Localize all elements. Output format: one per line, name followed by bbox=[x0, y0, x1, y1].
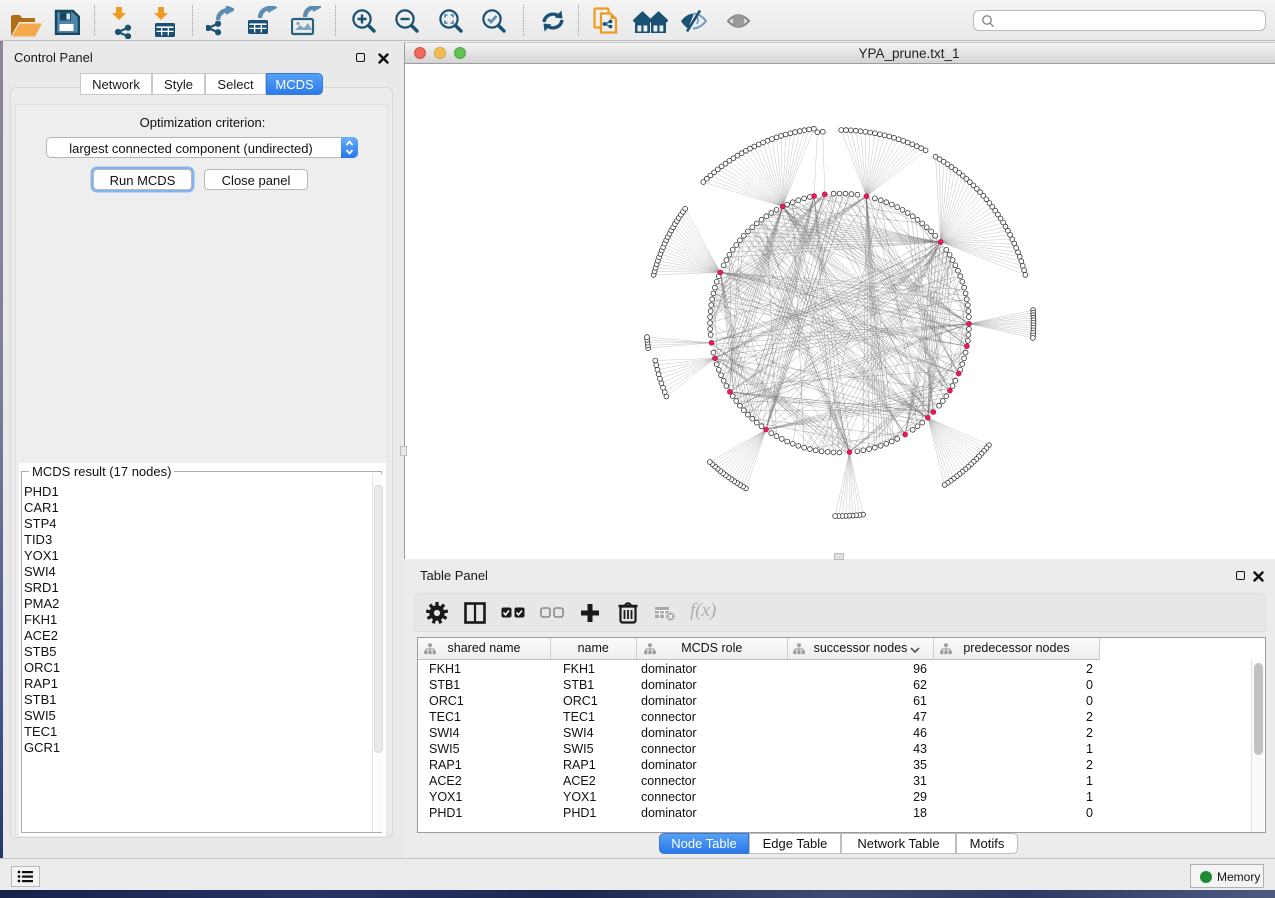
svg-text:f(x): f(x) bbox=[690, 600, 716, 621]
